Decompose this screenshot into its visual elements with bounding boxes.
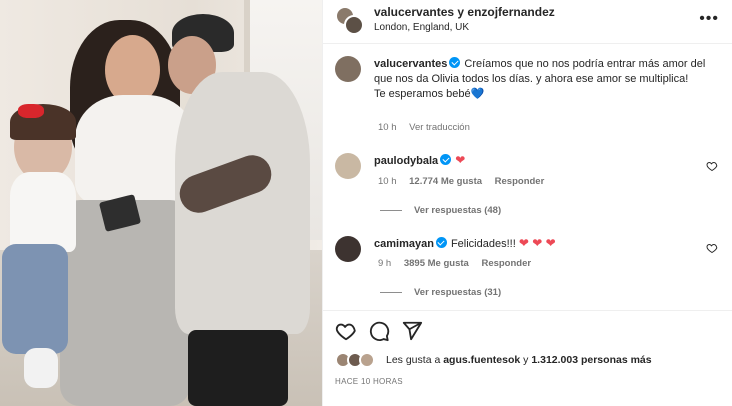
verified-icon <box>449 57 461 68</box>
view-replies-label[interactable]: Ver respuestas (31) <box>414 287 501 298</box>
photo-girl-jeans <box>2 244 68 354</box>
comment: camimayan Felicidades!!! ❤ ❤ ❤ <box>374 236 704 252</box>
view-replies-button[interactable]: Ver respuestas (48) <box>380 205 501 216</box>
caption-avatar[interactable] <box>335 56 361 82</box>
translate-link[interactable]: Ver traducción <box>409 122 470 133</box>
more-icon[interactable]: ••• <box>699 11 719 27</box>
share-icon[interactable] <box>401 320 423 342</box>
comment-time[interactable]: 9 h <box>378 258 391 269</box>
post-location[interactable]: London, England, UK <box>374 22 469 33</box>
comment-username[interactable]: paulodybala <box>374 155 438 167</box>
comment-time[interactable]: 10 h <box>378 176 397 187</box>
comment-avatar[interactable] <box>335 236 361 262</box>
collab-avatars[interactable] <box>335 6 365 36</box>
heart-icon[interactable] <box>335 320 357 342</box>
comment-meta: 9 h 3895 Me gusta Responder <box>378 258 531 269</box>
reply-button[interactable]: Responder <box>495 176 545 187</box>
replies-divider <box>380 209 402 211</box>
avatar[interactable] <box>359 352 375 368</box>
comment-text: Felicidades!!! <box>450 238 516 250</box>
view-replies-button[interactable]: Ver respuestas (31) <box>380 287 501 298</box>
likes-user[interactable]: agus.fuentesok <box>443 354 520 366</box>
heart-icon[interactable] <box>706 242 718 254</box>
photo-figure-pants <box>60 200 190 406</box>
replies-divider <box>380 291 402 293</box>
heart-icon[interactable] <box>706 160 718 172</box>
likes-prefix: Les gusta a <box>386 354 444 366</box>
photo-girl-shoe <box>24 348 58 388</box>
likes-summary: Les gusta a agus.fuentesok y 1.312.003 p… <box>386 354 652 366</box>
caption-line2: Te esperamos bebé <box>374 88 471 100</box>
photo-man-pants <box>188 330 288 406</box>
post-photo[interactable] <box>0 0 322 406</box>
post-details-panel: valucervantes y enzojfernandez London, E… <box>322 0 732 406</box>
likes-count[interactable]: 1.312.003 personas más <box>531 354 651 366</box>
caption-meta: 10 h Ver traducción <box>378 122 470 133</box>
blue-heart-icon: 💙 <box>470 88 485 100</box>
comment-username[interactable]: camimayan <box>374 238 434 250</box>
red-hearts-icon: ❤ ❤ ❤ <box>518 236 556 250</box>
comment-avatar[interactable] <box>335 153 361 179</box>
likes-row: Les gusta a agus.fuentesok y 1.312.003 p… <box>335 352 725 372</box>
verified-icon <box>440 154 452 165</box>
photo-girl-shirt <box>10 172 76 252</box>
caption-username[interactable]: valucervantes <box>374 58 447 70</box>
comment-likes[interactable]: 12.774 Me gusta <box>409 176 482 187</box>
caption-time[interactable]: 10 h <box>378 122 397 133</box>
post-authors[interactable]: valucervantes y enzojfernandez <box>374 5 555 19</box>
likes-middle: y <box>520 354 532 366</box>
post-time-ago[interactable]: HACE 10 HORAS <box>335 377 403 386</box>
red-heart-icon: ❤ <box>455 153 466 167</box>
avatar[interactable] <box>344 15 364 35</box>
caption: valucervantes Creíamos que no nos podría … <box>374 56 714 102</box>
view-replies-label[interactable]: Ver respuestas (48) <box>414 205 501 216</box>
comment: paulodybala ❤ <box>374 153 704 169</box>
action-bar <box>323 310 732 350</box>
post-header: valucervantes y enzojfernandez London, E… <box>323 0 732 44</box>
photo-girl-bow <box>18 104 44 118</box>
comment-icon[interactable] <box>368 320 390 342</box>
comment-likes[interactable]: 3895 Me gusta <box>404 258 469 269</box>
reply-button[interactable]: Responder <box>481 258 531 269</box>
verified-icon <box>435 237 447 248</box>
comment-meta: 10 h 12.774 Me gusta Responder <box>378 176 544 187</box>
